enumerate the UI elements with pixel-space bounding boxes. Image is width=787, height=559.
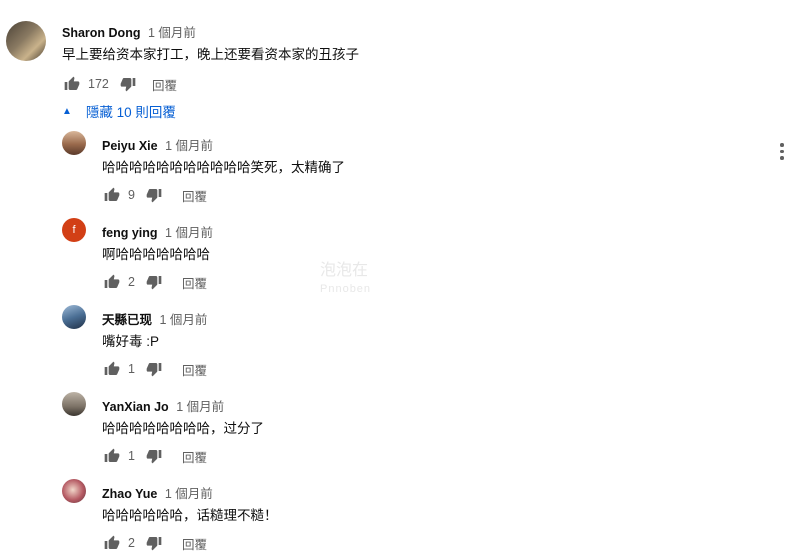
- like-count: 9: [128, 188, 135, 202]
- like-count: 2: [128, 536, 135, 550]
- avatar[interactable]: [6, 21, 46, 61]
- comment-author[interactable]: 天縣已现: [102, 313, 152, 327]
- dislike-button[interactable]: [144, 272, 164, 292]
- like-button[interactable]: [102, 272, 122, 292]
- reply-item: YanXian Jo 1 個月前 哈哈哈哈哈哈哈哈，过分了 1 回覆: [0, 386, 787, 473]
- thumb-down-icon: [120, 78, 136, 92]
- thumb-down-icon: [146, 537, 162, 551]
- avatar[interactable]: f: [62, 218, 86, 242]
- comment-author[interactable]: Zhao Yue: [102, 487, 157, 501]
- comment-text: 哈哈哈哈哈哈哈哈，过分了: [102, 421, 264, 436]
- reply-button[interactable]: 回覆: [182, 273, 207, 292]
- hide-replies-toggle[interactable]: ▲ 隱藏 10 則回覆: [62, 101, 176, 121]
- thumb-down-icon: [146, 363, 162, 377]
- comment-header: YanXian Jo 1 個月前: [102, 396, 224, 415]
- thumb-up-icon: [104, 274, 120, 288]
- comment-text: 早上要给资本家打工，晚上还要看资本家的丑孩子: [62, 47, 359, 62]
- comment-author[interactable]: Peiyu Xie: [102, 139, 158, 153]
- reply-button[interactable]: 回覆: [182, 534, 207, 553]
- comment-text: 啊哈哈哈哈哈哈哈: [102, 247, 210, 262]
- avatar[interactable]: [62, 392, 86, 416]
- top-comment: Sharon Dong 1 個月前 早上要给资本家打工，晚上还要看资本家的丑孩子…: [0, 0, 787, 100]
- comment-header: feng ying 1 個月前: [102, 222, 213, 241]
- reply-item: Zhao Yue 1 個月前 哈哈哈哈哈哈，话糙理不糙！ 2 回覆: [0, 473, 787, 559]
- comment-time[interactable]: 1 個月前: [165, 226, 213, 240]
- avatar[interactable]: [62, 479, 86, 503]
- comment-header: Peiyu Xie 1 個月前: [102, 135, 213, 154]
- avatar[interactable]: [62, 305, 86, 329]
- comment-time[interactable]: 1 個月前: [160, 313, 208, 327]
- comment-actions: 172 回覆: [62, 74, 177, 94]
- reply-item: Peiyu Xie 1 個月前 哈哈哈哈哈哈哈哈哈哈哈笑死，太精确了 9 回覆: [0, 125, 787, 212]
- thumb-up-icon: [104, 361, 120, 375]
- avatar-letter: f: [72, 224, 76, 236]
- reply-item: f feng ying 1 個月前 啊哈哈哈哈哈哈哈 2 回覆: [0, 212, 787, 299]
- thumb-up-icon: [64, 76, 80, 90]
- comment-actions: 1 回覆: [102, 446, 207, 466]
- dislike-button[interactable]: [144, 533, 164, 553]
- like-count: 1: [128, 362, 135, 376]
- comment-author[interactable]: YanXian Jo: [102, 400, 169, 414]
- comment-header: 天縣已现 1 個月前: [102, 309, 207, 328]
- reply-button[interactable]: 回覆: [152, 75, 177, 94]
- like-count: 172: [88, 77, 109, 91]
- hide-replies-label: 隱藏 10 則回覆: [85, 105, 176, 120]
- thumb-down-icon: [146, 189, 162, 203]
- dislike-button[interactable]: [144, 185, 164, 205]
- thumb-down-icon: [146, 450, 162, 464]
- like-count: 2: [128, 275, 135, 289]
- reply-button[interactable]: 回覆: [182, 360, 207, 379]
- thumb-up-icon: [104, 448, 120, 462]
- comment-text: 哈哈哈哈哈哈，话糙理不糙！: [102, 508, 278, 523]
- dislike-button[interactable]: [144, 446, 164, 466]
- thumb-up-icon: [104, 535, 120, 549]
- comment-text: 嘴好毒 :P: [102, 334, 160, 349]
- thumb-up-icon: [104, 187, 120, 201]
- comment-time[interactable]: 1 個月前: [176, 400, 224, 414]
- comment-actions: 9 回覆: [102, 185, 207, 205]
- comment-time[interactable]: 1 個月前: [165, 487, 213, 501]
- comment-actions: 1 回覆: [102, 359, 207, 379]
- thumb-down-icon: [146, 276, 162, 290]
- comment-text: 哈哈哈哈哈哈哈哈哈哈哈笑死，太精确了: [102, 160, 345, 175]
- like-button[interactable]: [102, 446, 122, 466]
- reply-button[interactable]: 回覆: [182, 186, 207, 205]
- dislike-button[interactable]: [144, 359, 164, 379]
- avatar[interactable]: [62, 131, 86, 155]
- comment-header: Sharon Dong 1 個月前: [62, 22, 196, 41]
- reply-item: 天縣已现 1 個月前 嘴好毒 :P 1 回覆: [0, 299, 787, 386]
- comment-time[interactable]: 1 個月前: [165, 139, 213, 153]
- caret-up-icon: ▲: [62, 105, 72, 117]
- like-button[interactable]: [102, 185, 122, 205]
- dislike-button[interactable]: [118, 74, 138, 94]
- comment-actions: 2 回覆: [102, 272, 207, 292]
- comment-header: Zhao Yue 1 個月前: [102, 483, 213, 502]
- reply-button[interactable]: 回覆: [182, 447, 207, 466]
- comment-time[interactable]: 1 個月前: [148, 26, 196, 40]
- like-count: 1: [128, 449, 135, 463]
- comment-actions: 2 回覆: [102, 533, 207, 553]
- comment-author[interactable]: feng ying: [102, 226, 158, 240]
- like-button[interactable]: [102, 533, 122, 553]
- like-button[interactable]: [62, 74, 82, 94]
- like-button[interactable]: [102, 359, 122, 379]
- comment-author[interactable]: Sharon Dong: [62, 26, 140, 40]
